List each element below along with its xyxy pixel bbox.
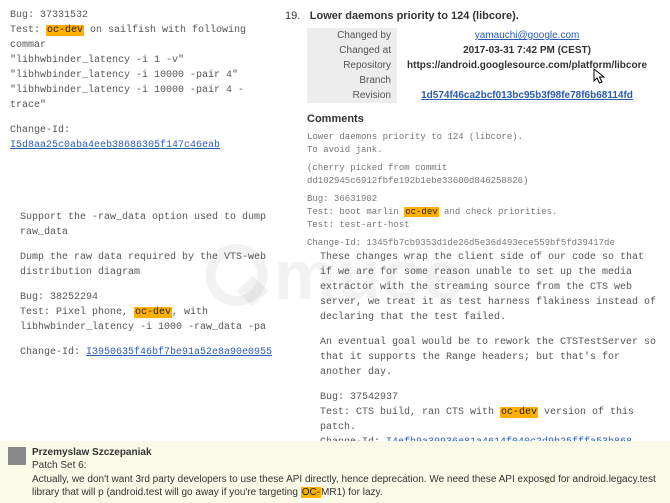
cmd-line: "libhwbinder_latency -i 1 -v" (10, 53, 275, 68)
change-id-link[interactable]: I3950635f46bf7be91a52e8a90e0955 (86, 347, 272, 358)
test-line: Test: Pixel phone, oc-dev, with (20, 305, 310, 320)
cmd-line: "libhwbinder_latency -i 10000 -pair 4 -t… (10, 83, 275, 113)
meta-label: Branch (307, 73, 397, 88)
highlight-ocdev: oc-dev (134, 307, 172, 318)
revision-link[interactable]: 1d574f46ca2bcf013bc95b3f98fe78f6b68114fd (421, 90, 633, 101)
changed-by-link[interactable]: yamauchi@google.com (475, 30, 580, 41)
bug-line: Bug: 37331532 (10, 8, 275, 23)
highlight-ocdev: oc-dev (404, 207, 438, 217)
meta-label: Revision (307, 88, 397, 103)
code-snippet-1: Bug: 37331532 Test: oc-dev on sailfish w… (10, 8, 275, 153)
highlight-ocdev: oc-dev (500, 407, 538, 418)
change-id-line: Change-Id: I5d8aa25c0aba4eeb38686305f147… (10, 123, 275, 153)
bug-line: Bug: 38252294 (20, 290, 310, 305)
meta-label: Changed at (307, 43, 397, 58)
test-line: Test: oc-dev on sailfish with following … (10, 23, 275, 53)
repo-value[interactable]: https://android.googlesource.com/platfor… (397, 58, 657, 73)
cmd-line: "libhwbinder_latency -i 10000 -pair 4" (10, 68, 275, 83)
comment-body: Actually, we don't want 3rd party develo… (32, 473, 662, 499)
avatar (8, 447, 26, 465)
comment-author[interactable]: Przemyslaw Szczepaniak (32, 447, 662, 458)
change-id-link[interactable]: I5d8aa25c0aba4eeb38686305f147c46eab (10, 140, 220, 151)
change-title: Lower daemons priority to 124 (libcore). (310, 10, 519, 22)
branch-value (397, 73, 657, 88)
review-comment: Przemyslaw Szczepaniak Patch Set 6: Actu… (0, 441, 670, 503)
code-snippet-2: Support the -raw_data option used to dum… (20, 210, 310, 360)
highlight-oc: OC- (301, 487, 321, 498)
changed-at-value: 2017-03-31 7:42 PM (CEST) (397, 43, 657, 58)
meta-label: Changed by (307, 28, 397, 43)
change-header: 19. Lower daemons priority to 124 (libco… (285, 10, 665, 250)
bug-line: Bug: 37542937 (320, 390, 660, 405)
comment-body: Lower daemons priority to 124 (libcore).… (307, 131, 665, 250)
test-line: Test: CTS build, ran CTS with oc-dev ver… (320, 405, 660, 435)
change-number: 19. (285, 10, 307, 22)
meta-label: Repository (307, 58, 397, 73)
change-id-line: Change-Id: I3950635f46bf7be91a52e8a90e09… (20, 345, 310, 360)
highlight-ocdev: oc-dev (46, 25, 84, 36)
comments-header: Comments (307, 113, 665, 125)
change-meta-table: Changed by yamauchi@google.com Changed a… (307, 28, 657, 103)
patch-set-label: Patch Set 6: (32, 460, 662, 471)
page-number: 1 (545, 475, 550, 485)
